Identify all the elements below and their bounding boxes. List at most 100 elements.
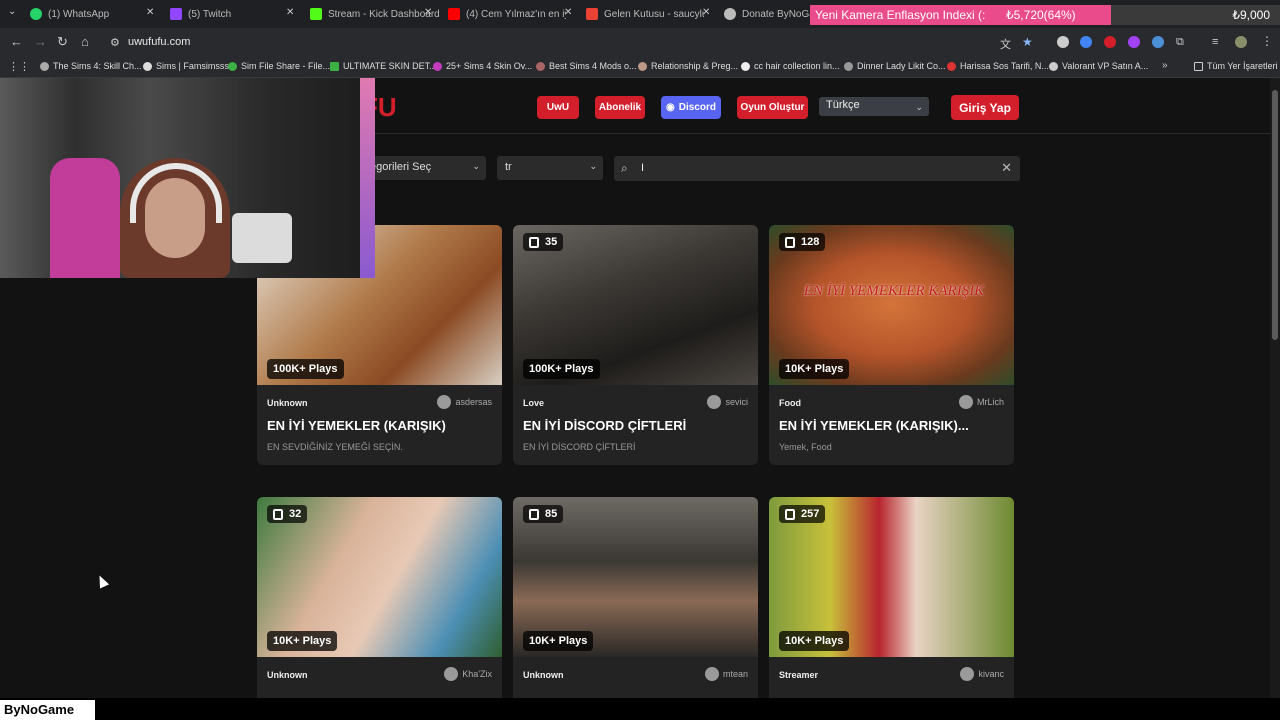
tab-close-icon[interactable]: ✕ xyxy=(564,7,572,18)
language-value: Türkçe xyxy=(826,99,860,111)
bookmark-item[interactable]: ULTIMATE SKIN DET... xyxy=(330,61,437,71)
card-author[interactable]: kivanc xyxy=(960,667,1004,681)
bookmark-item[interactable]: Relationship & Preg... xyxy=(638,61,738,71)
whatsapp-icon xyxy=(30,8,42,20)
user-avatar-icon xyxy=(707,395,722,409)
translate-icon[interactable]: 文 xyxy=(1000,36,1011,52)
cards-stack-icon xyxy=(529,508,539,520)
bynogame-icon xyxy=(724,8,736,20)
subscription-button[interactable]: Abonelik xyxy=(595,96,645,119)
language-select[interactable]: Türkçe ⌄ xyxy=(819,97,929,116)
extension-blue-icon[interactable] xyxy=(1080,36,1092,48)
reload-icon[interactable]: ↻ xyxy=(57,34,68,50)
url-field[interactable]: uwufufu.com xyxy=(128,36,190,48)
discord-button[interactable]: ◉ Discord xyxy=(661,96,721,119)
card-description: EN İYİ DİSCORD ÇİFTLERİ xyxy=(523,442,636,452)
quiz-card[interactable]: 257 10K+ Plays Streamer kivanc xyxy=(769,497,1014,698)
bookmark-icon xyxy=(638,61,647,71)
locale-select[interactable]: tr ⌄ xyxy=(497,156,603,180)
extension-shield-icon[interactable] xyxy=(1057,36,1069,48)
clear-search-icon[interactable]: ✕ xyxy=(1001,160,1012,176)
create-game-button[interactable]: Oyun Oluştur xyxy=(737,96,808,119)
browser-tab[interactable]: (5) Twitch xyxy=(170,4,300,24)
browser-tab[interactable]: (1) WhatsApp xyxy=(30,4,160,24)
search-input[interactable]: ⌕ I ✕ xyxy=(614,156,1020,181)
cards-stack-icon xyxy=(529,236,539,248)
folder-icon xyxy=(1194,61,1203,71)
tab-close-icon[interactable]: ✕ xyxy=(146,7,154,18)
bookmark-icon xyxy=(1049,61,1058,71)
bookmark-item[interactable]: Sims | Famsimsss xyxy=(143,61,229,71)
bookmark-item[interactable]: The Sims 4: Skill Ch... xyxy=(40,61,142,71)
extension-red-icon[interactable] xyxy=(1104,36,1116,48)
user-avatar-icon xyxy=(960,667,975,681)
quiz-card[interactable]: 35 100K+ Plays Love sevici EN İYİ DİSCOR… xyxy=(513,225,758,465)
webcam-light xyxy=(360,78,375,278)
tab-label: Stream - Kick Dashboard xyxy=(328,8,440,20)
quiz-card[interactable]: EN İYİ YEMEKLER KARIŞIK 128 10K+ Plays F… xyxy=(769,225,1014,465)
tab-label: (1) WhatsApp xyxy=(48,8,110,20)
card-category: Love xyxy=(523,398,545,408)
search-icon: ⌕ xyxy=(621,161,628,175)
stream-footer xyxy=(0,698,1280,720)
tab-list-chevron-icon[interactable]: ⌄ xyxy=(8,6,16,17)
bookmark-star-icon[interactable]: ★ xyxy=(1022,35,1033,49)
bookmark-item[interactable]: Best Sims 4 Mods o... xyxy=(536,61,637,71)
forward-icon[interactable]: → xyxy=(34,34,47,49)
apps-grid-icon[interactable]: ⋮⋮ xyxy=(8,60,30,73)
card-author[interactable]: MrLich xyxy=(958,395,1004,409)
bookmark-item[interactable]: Harissa Sos Tarifi, N... xyxy=(947,61,1049,71)
locale-select-value: tr xyxy=(505,161,512,173)
card-author[interactable]: mtean xyxy=(704,667,748,681)
quiz-card[interactable]: 85 10K+ Plays Unknown mtean xyxy=(513,497,758,698)
bynogame-watermark: ByNoGame xyxy=(0,700,95,720)
back-icon[interactable]: ← xyxy=(10,34,23,49)
login-button[interactable]: Giriş Yap xyxy=(951,95,1019,120)
extension-download-icon[interactable] xyxy=(1152,36,1164,48)
more-bookmarks-icon[interactable]: » xyxy=(1162,60,1168,71)
card-title: EN İYİ YEMEKLER (KARIŞIK) xyxy=(267,418,446,433)
bookmark-item[interactable]: Dinner Lady Likit Co... xyxy=(844,61,946,71)
item-count-badge: 32 xyxy=(267,505,308,523)
tab-close-icon[interactable]: ✕ xyxy=(424,7,432,18)
reading-list-icon[interactable]: ≡ xyxy=(1212,36,1218,48)
bookmark-item[interactable]: Valorant VP Satın A... xyxy=(1049,61,1148,71)
bookmarks-bar: ⋮⋮ The Sims 4: Skill Ch... Sims | Famsim… xyxy=(0,56,1280,78)
cards-stack-icon xyxy=(785,508,795,520)
tab-close-icon[interactable]: ✕ xyxy=(702,7,710,18)
browser-menu-icon[interactable]: ⋮ xyxy=(1261,34,1273,48)
card-category: Unknown xyxy=(523,670,564,680)
card-author[interactable]: asdersas xyxy=(437,395,492,409)
category-select-value: egorileri Seç xyxy=(370,161,432,173)
page-scrollbar[interactable] xyxy=(1270,78,1280,698)
thumbnail-overlay-text: EN İYİ YEMEKLER KARIŞIK xyxy=(803,283,985,299)
browser-tab[interactable]: Stream - Kick Dashboard xyxy=(310,4,440,24)
all-bookmarks-folder[interactable]: Tüm Yer İşaretleri xyxy=(1194,61,1278,71)
scrollbar-thumb[interactable] xyxy=(1272,90,1278,340)
bookmark-item[interactable]: cc hair collection lin... xyxy=(741,61,840,71)
twitch-icon xyxy=(170,8,182,20)
plays-badge: 10K+ Plays xyxy=(523,631,594,651)
donation-goal-overlay: Yeni Kamera Enflasyon Indexi (: ₺5,720(6… xyxy=(810,5,1280,25)
browser-tab[interactable]: Donate ByNoGame xyxy=(724,4,814,24)
browser-tab[interactable]: Gelen Kutusu - saucyluna xyxy=(586,4,716,24)
site-info-icon[interactable]: ⚙ xyxy=(110,36,120,49)
bookmark-item[interactable]: Sim File Share - File... xyxy=(228,61,330,71)
card-author[interactable]: Kha'Zix xyxy=(444,667,492,681)
tab-close-icon[interactable]: ✕ xyxy=(286,7,294,18)
bookmark-item[interactable]: 25+ Sims 4 Skin Ov... xyxy=(433,61,532,71)
profile-avatar[interactable] xyxy=(1235,36,1247,48)
extension-purple-icon[interactable] xyxy=(1128,36,1140,48)
card-author[interactable]: sevici xyxy=(707,395,748,409)
bookmark-icon xyxy=(947,61,956,71)
category-select[interactable]: egorileri Seç ⌄ xyxy=(362,156,486,180)
uwu-button[interactable]: UwU xyxy=(537,96,579,119)
gmail-icon xyxy=(586,8,598,20)
browser-tab[interactable]: (4) Cem Yılmaz'ın en iyi sk xyxy=(448,4,578,24)
plays-badge: 10K+ Plays xyxy=(779,631,850,651)
home-icon[interactable]: ⌂ xyxy=(81,34,89,49)
plays-badge: 10K+ Plays xyxy=(267,631,338,651)
item-count-badge: 128 xyxy=(779,233,826,251)
quiz-card[interactable]: 32 10K+ Plays Unknown Kha'Zix xyxy=(257,497,502,698)
extensions-puzzle-icon[interactable]: ⧉ xyxy=(1176,36,1184,49)
